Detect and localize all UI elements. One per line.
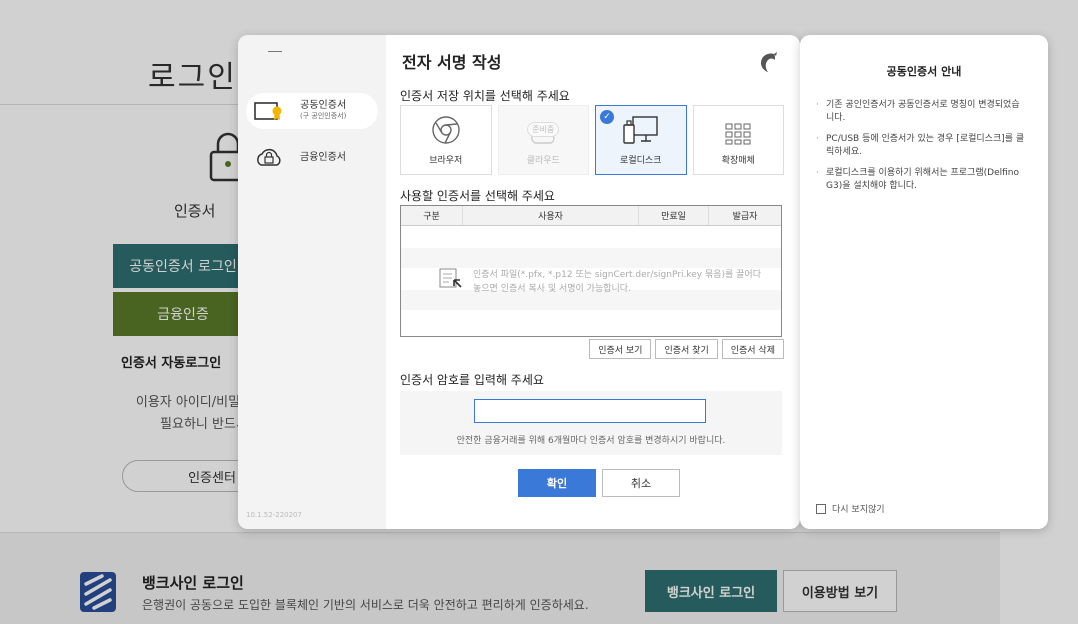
find-cert-button[interactable]: 인증서 찾기: [655, 339, 718, 359]
file-drag-icon: [439, 268, 462, 288]
store-option-local-disk[interactable]: ✓ 로컬디스크: [595, 105, 687, 175]
store-option-label: 로컬디스크: [620, 156, 662, 166]
check-icon: ✓: [600, 110, 614, 124]
sidebar-item-sublabel: (구 공인인증서): [300, 112, 347, 120]
dolphin-logo-icon: [761, 52, 777, 72]
browser-icon: [432, 116, 460, 144]
sidebar-item-label: 금융인증서: [300, 151, 346, 163]
dialog-title: 전자 서명 작성: [402, 53, 502, 72]
table-header-cell[interactable]: 만료일: [639, 206, 709, 225]
store-option-label: 클라우드: [526, 156, 560, 166]
store-option-label: 확장매체: [721, 156, 755, 166]
dialog-content: 전자 서명 작성 인증서 저장 위치를 선택해 주세요 브라우저 준비중 클라우…: [386, 35, 800, 529]
e-signature-dialog: 공동인증서 (구 공인인증서) 금융인증서 10.1.52-220207 전자 …: [238, 35, 800, 529]
store-option-extended-media[interactable]: 확장매체: [692, 105, 784, 175]
certificate-icon: [252, 101, 286, 121]
preparing-badge: 준비중: [527, 122, 560, 137]
list-item: PC/USB 등에 인증서가 있는 경우 [로컬디스크]를 클릭하세요.: [816, 133, 1026, 159]
password-input[interactable]: [474, 399, 706, 423]
store-option-cloud: 준비중 클라우드: [497, 105, 589, 175]
grid-icon: [725, 123, 751, 145]
drop-hint-text: 인증서 파일(*.pfx, *.p12 또는 signCert.der/sign…: [473, 270, 761, 294]
view-cert-button[interactable]: 인증서 보기: [589, 339, 652, 359]
password-label: 인증서 암호를 입력해 주세요: [400, 373, 544, 387]
dont-show-again-label: 다시 보지않기: [832, 505, 885, 515]
select-cert-label: 사용할 인증서를 선택해 주세요: [400, 189, 555, 203]
password-hint: 안전한 금융거래를 위해 6개월마다 인증서 암호를 변경하시기 바랍니다.: [456, 436, 726, 446]
sidebar-item-financial-cert[interactable]: 금융인증서: [246, 139, 378, 175]
info-title: 공동인증서 안내: [886, 65, 962, 78]
store-location-options: 브라우저 준비중 클라우드 ✓ 로컬디스크 확장매체: [400, 105, 784, 175]
version-label: 10.1.52-220207: [246, 511, 302, 519]
list-item: 기존 공인인증서가 공동인증서로 명칭이 변경되었습니다.: [816, 99, 1026, 125]
cloud-lock-icon: [252, 147, 286, 167]
list-item: 로컬디스크를 이용하기 위해서는 프로그램(Delfino G3)을 설치해야 …: [816, 167, 1026, 193]
store-option-label: 브라우저: [429, 156, 463, 166]
drop-hint: 인증서 파일(*.pfx, *.p12 또는 signCert.der/sign…: [439, 268, 763, 296]
table-header-cell[interactable]: 구분: [401, 206, 463, 225]
table-header-cell[interactable]: 사용자: [463, 206, 639, 225]
password-box: 안전한 금융거래를 위해 6개월마다 인증서 암호를 변경하시기 바랍니다.: [400, 391, 782, 455]
sidebar-item-label: 공동인증서: [300, 100, 347, 111]
cert-table[interactable]: 구분 사용자 만료일 발급자 인증서 파일(*.pfx, *.p12 또는 si…: [400, 205, 782, 337]
dont-show-again-checkbox[interactable]: 다시 보지않기: [816, 502, 885, 515]
store-option-browser[interactable]: 브라우저: [400, 105, 492, 175]
local-disk-icon: [623, 116, 658, 144]
table-header: 구분 사용자 만료일 발급자: [401, 206, 781, 226]
confirm-button[interactable]: 확인: [518, 469, 596, 497]
cert-info-panel: 공동인증서 안내 기존 공인인증서가 공동인증서로 명칭이 변경되었습니다. P…: [800, 35, 1048, 529]
sidebar-item-joint-cert[interactable]: 공동인증서 (구 공인인증서): [246, 93, 378, 129]
checkbox-icon[interactable]: [816, 503, 826, 514]
minimize-icon[interactable]: [268, 51, 282, 52]
table-row: [401, 248, 781, 268]
cert-type-sidebar: 공동인증서 (구 공인인증서) 금융인증서 10.1.52-220207: [238, 35, 386, 529]
table-header-cell[interactable]: 발급자: [709, 206, 781, 225]
store-location-label: 인증서 저장 위치를 선택해 주세요: [400, 89, 570, 103]
cert-action-buttons: 인증서 보기 인증서 찾기 인증서 삭제: [589, 339, 784, 359]
cancel-button[interactable]: 취소: [602, 469, 680, 497]
delete-cert-button[interactable]: 인증서 삭제: [721, 339, 784, 359]
info-list: 기존 공인인증서가 공동인증서로 명칭이 변경되었습니다. PC/USB 등에 …: [816, 99, 1026, 201]
